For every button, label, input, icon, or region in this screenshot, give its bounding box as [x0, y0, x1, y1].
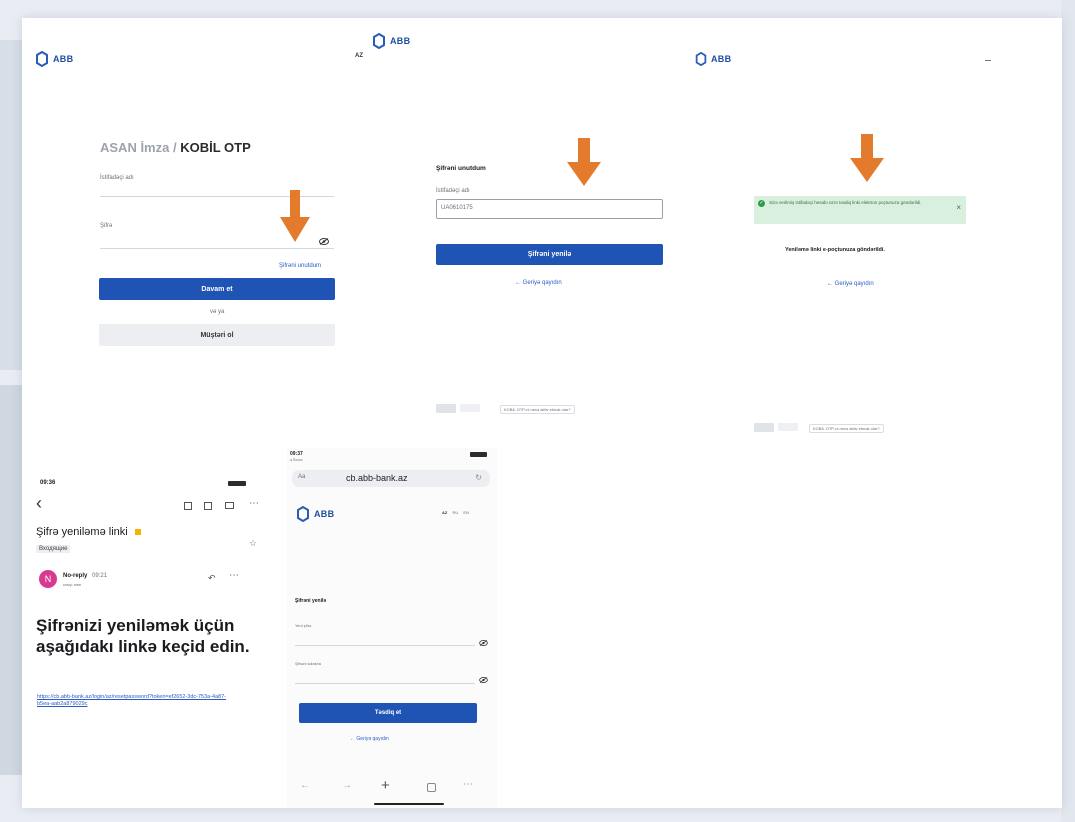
- lang-az[interactable]: AZ: [442, 510, 447, 515]
- back-icon[interactable]: ‹: [36, 494, 42, 512]
- email-subject: Şifrə yeniləmə linki: [36, 526, 141, 538]
- login-screen: ABB ASAN İmza / KOBİL OTP İstifadəçi adı…: [22, 18, 362, 438]
- abb-logo: ABB: [371, 33, 410, 49]
- forgot-password-screen: AZ ABB Şifrəni unutdum İstifadəçi adı UA…: [352, 18, 692, 438]
- kobil-logo-placeholder: [754, 423, 774, 432]
- kobil-activation-link[interactable]: KOBİL OTP-ni necə aktiv etmək olar?: [809, 424, 884, 433]
- lang-en[interactable]: EN: [463, 510, 469, 515]
- star-icon[interactable]: ☆: [249, 538, 257, 549]
- new-tab-icon[interactable]: +: [381, 777, 390, 794]
- new-password-label: Yeni şifrə: [295, 623, 312, 628]
- sender-name: No-reply 09:21: [63, 573, 108, 579]
- abb-logo-text: ABB: [53, 54, 74, 64]
- status-carrier: ◂ Почта: [290, 458, 303, 462]
- lang-ru[interactable]: RU: [452, 510, 458, 515]
- abb-logo: ABB: [694, 52, 731, 66]
- mail-icon[interactable]: [225, 502, 234, 509]
- abb-logo-icon: [36, 51, 48, 67]
- email-screen: 09:36 ‹ ⋯ Şifrə yeniləmə linki ☆ Входящи…: [22, 468, 287, 798]
- recipient-line: кому: мне: [63, 582, 82, 587]
- username-label: İstifadəçi adı: [100, 175, 134, 181]
- tabs-icon[interactable]: Aa: [298, 474, 305, 480]
- screenshot-collage: ABB ASAN İmza / KOBİL OTP İstifadəçi adı…: [22, 18, 1062, 808]
- forgot-password-link[interactable]: Şifrəni unutdum: [279, 263, 321, 269]
- avatar: N: [39, 570, 57, 588]
- forgot-heading: Şifrəni unutdum: [436, 165, 486, 172]
- eye-icon[interactable]: [319, 238, 329, 245]
- check-circle-icon: ✓: [758, 200, 765, 207]
- archive-icon[interactable]: [184, 502, 192, 510]
- language-selector[interactable]: AZ: [355, 53, 363, 59]
- sent-message: Yeniləmə linki e-poçtunuza göndərildi.: [785, 247, 885, 253]
- tabs-overview-icon[interactable]: [427, 783, 436, 792]
- kobil-label-placeholder: [778, 423, 798, 431]
- abb-logo-text: ABB: [711, 54, 732, 64]
- eye-icon[interactable]: [479, 640, 488, 646]
- eye-icon[interactable]: [479, 677, 488, 683]
- continue-button[interactable]: Davam et: [99, 278, 335, 300]
- success-alert-text: Sizə verilmiş istifadəçi hesabı üzrə təs…: [769, 200, 922, 205]
- window-minimize-mark: [985, 60, 991, 61]
- kobil-activation-link[interactable]: KOBİL OTP-ni necə aktiv etmək olar?: [500, 405, 575, 414]
- reset-password-button[interactable]: Şifrəni yenilə: [436, 244, 663, 265]
- status-time: 09:37: [290, 451, 303, 457]
- sender-time: 09:21: [92, 573, 108, 579]
- abb-logo-icon: [373, 33, 385, 49]
- success-alert: ✓ Sizə verilmiş istifadəçi hesabı üzrə t…: [754, 196, 966, 224]
- back-link[interactable]: ← Geriyə qayıdın: [350, 736, 389, 742]
- status-icons: [470, 452, 487, 457]
- more-icon[interactable]: ⋯: [229, 570, 239, 581]
- confirm-password-field[interactable]: [295, 667, 475, 684]
- username-input[interactable]: UA0610175: [436, 199, 663, 219]
- more-icon[interactable]: ⋯: [249, 498, 259, 509]
- email-body: Şifrənizi yeniləmək üçün aşağıdakı linkə…: [36, 616, 250, 656]
- arrow-down-icon: [850, 134, 884, 182]
- password-label: Şifrə: [100, 223, 113, 229]
- or-divider-text: və ya: [210, 309, 225, 315]
- abb-logo-icon: [297, 506, 309, 522]
- reload-icon[interactable]: ↻: [475, 473, 482, 482]
- kobil-label-placeholder: [460, 404, 480, 412]
- username-input-value: UA0610175: [441, 205, 473, 211]
- abb-logo: ABB: [34, 51, 73, 67]
- back-icon[interactable]: ←: [300, 780, 310, 791]
- folder-badge: Входящие: [36, 545, 71, 553]
- address-bar[interactable]: Aa cb.abb-bank.az ↻: [292, 470, 490, 487]
- confirm-password-label: Şifrəni təkrarla: [295, 661, 321, 666]
- link-sent-screen: ABB ✓ Sizə verilmiş istifadəçi hesabı üz…: [682, 18, 1062, 438]
- status-icons: [228, 481, 246, 486]
- reset-heading: Şifrəni yenilə: [295, 598, 327, 604]
- abb-logo-text: ABB: [314, 509, 335, 519]
- become-client-button[interactable]: Müştəri ol: [99, 324, 335, 346]
- abb-logo: ABB: [295, 506, 334, 522]
- kobil-logo-placeholder: [436, 404, 456, 413]
- home-indicator: [374, 803, 444, 805]
- more-icon[interactable]: ⋯: [463, 779, 473, 790]
- reset-link[interactable]: https://cb.abb-bank.az/login/az/resetpas…: [37, 694, 227, 708]
- login-title: ASAN İmza / KOBİL OTP: [100, 140, 251, 155]
- delete-icon[interactable]: [204, 502, 212, 510]
- mobile-reset-screen: 09:37 ◂ Почта Aa cb.abb-bank.az ↻ ABB AZ…: [287, 448, 497, 808]
- language-switcher: AZ RU EN: [442, 510, 469, 515]
- close-icon[interactable]: ×: [956, 203, 961, 212]
- browser-toolbar: ← → + ⋯: [287, 777, 497, 798]
- reply-icon[interactable]: ↶: [208, 573, 216, 584]
- right-edge-decoration: [1061, 0, 1075, 822]
- abb-logo-text: ABB: [390, 36, 411, 46]
- label-flag-icon: [134, 529, 141, 535]
- arrow-down-icon: [567, 138, 601, 186]
- new-password-field[interactable]: [295, 629, 475, 646]
- abb-logo-icon: [695, 52, 707, 66]
- back-link[interactable]: ← Geriyə qayıdın: [515, 280, 562, 286]
- back-link[interactable]: ← Geriyə qayıdın: [827, 281, 874, 287]
- confirm-button[interactable]: Təsdiq et: [299, 703, 477, 723]
- forward-icon[interactable]: →: [342, 780, 352, 791]
- arrow-down-icon: [280, 190, 310, 242]
- url-text: cb.abb-bank.az: [346, 473, 408, 483]
- username-label: İstifadəçi adı: [436, 188, 470, 194]
- status-time: 09:36: [40, 480, 56, 486]
